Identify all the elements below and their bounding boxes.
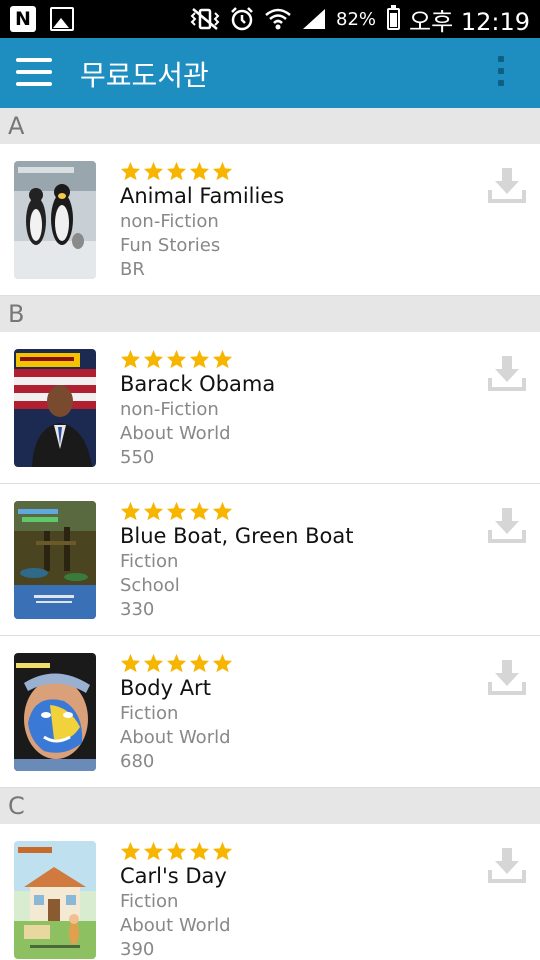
download-icon[interactable]	[488, 658, 526, 696]
star-icon	[143, 501, 164, 521]
star-icon	[212, 161, 233, 181]
download-icon[interactable]	[488, 166, 526, 204]
book-title: Barack Obama	[120, 372, 276, 396]
book-category: About World	[120, 915, 231, 936]
book-category: About World	[120, 727, 231, 748]
star-icon	[120, 501, 141, 521]
book-level: 390	[120, 939, 155, 960]
book-title: Carl's Day	[120, 864, 227, 888]
book-title: Body Art	[120, 676, 211, 700]
star-icon	[143, 841, 164, 861]
wifi-icon	[264, 7, 292, 31]
book-cover	[14, 161, 96, 279]
star-icon	[189, 841, 210, 861]
battery-icon	[387, 5, 401, 30]
star-icon	[166, 349, 187, 369]
book-title: Blue Boat, Green Boat	[120, 524, 354, 548]
overflow-menu-icon[interactable]	[496, 56, 506, 92]
section-header-c: C	[0, 788, 540, 824]
book-cover	[14, 841, 96, 959]
star-icon	[189, 501, 210, 521]
star-icon	[120, 161, 141, 181]
book-item-barack-obama[interactable]: Barack Obama non-Fiction About World 550	[0, 332, 540, 484]
signal-icon	[301, 7, 327, 31]
book-category: Fun Stories	[120, 235, 221, 256]
section-header-b: B	[0, 296, 540, 332]
book-item-animal-families[interactable]: Animal Families non-Fiction Fun Stories …	[0, 144, 540, 296]
download-icon[interactable]	[488, 354, 526, 392]
book-title: Animal Families	[120, 184, 285, 208]
star-icon	[166, 841, 187, 861]
star-icon	[166, 501, 187, 521]
rating-stars	[120, 501, 233, 521]
vibrate-mute-icon	[190, 7, 220, 31]
star-icon	[120, 653, 141, 673]
book-level: 680	[120, 751, 155, 772]
star-icon	[120, 349, 141, 369]
book-item-body-art[interactable]: Body Art Fiction About World 680	[0, 636, 540, 788]
rating-stars	[120, 841, 233, 861]
star-icon	[212, 349, 233, 369]
book-level: 550	[120, 447, 155, 468]
star-icon	[120, 841, 141, 861]
rating-stars	[120, 653, 233, 673]
app-bar: 무료도서관	[0, 38, 540, 108]
battery-percent: 82%	[336, 8, 377, 30]
rating-stars	[120, 161, 233, 181]
star-icon	[143, 161, 164, 181]
star-icon	[143, 349, 164, 369]
star-icon	[189, 161, 210, 181]
page-title: 무료도서관	[80, 59, 209, 92]
star-icon	[143, 653, 164, 673]
star-icon	[212, 501, 233, 521]
alarm-icon	[229, 6, 255, 32]
download-icon[interactable]	[488, 846, 526, 884]
book-cover	[14, 501, 96, 619]
book-level: BR	[120, 259, 145, 280]
status-bar: N 82% 오후 12:19	[0, 0, 540, 38]
clock: 오후 12:19	[409, 7, 530, 36]
star-icon	[166, 161, 187, 181]
section-header-a: A	[0, 108, 540, 144]
download-icon[interactable]	[488, 506, 526, 544]
star-icon	[189, 349, 210, 369]
book-genre: non-Fiction	[120, 399, 219, 420]
star-icon	[212, 841, 233, 861]
book-cover	[14, 653, 96, 771]
book-category: School	[120, 575, 180, 596]
n-notification-icon: N	[10, 6, 36, 32]
hamburger-menu-icon[interactable]	[16, 58, 54, 88]
rating-stars	[120, 349, 233, 369]
star-icon	[166, 653, 187, 673]
book-item-carls-day[interactable]: Carl's Day Fiction About World 390	[0, 824, 540, 960]
book-item-blue-boat-green-boat[interactable]: Blue Boat, Green Boat Fiction School 330	[0, 484, 540, 636]
star-icon	[189, 653, 210, 673]
book-genre: Fiction	[120, 891, 179, 912]
book-genre: Fiction	[120, 703, 179, 724]
book-list[interactable]: A Animal Families non-Fiction Fun Storie…	[0, 108, 540, 960]
star-icon	[212, 653, 233, 673]
book-cover	[14, 349, 96, 467]
book-level: 330	[120, 599, 155, 620]
book-genre: non-Fiction	[120, 211, 219, 232]
image-notification-icon	[50, 7, 74, 31]
book-genre: Fiction	[120, 551, 179, 572]
book-category: About World	[120, 423, 231, 444]
